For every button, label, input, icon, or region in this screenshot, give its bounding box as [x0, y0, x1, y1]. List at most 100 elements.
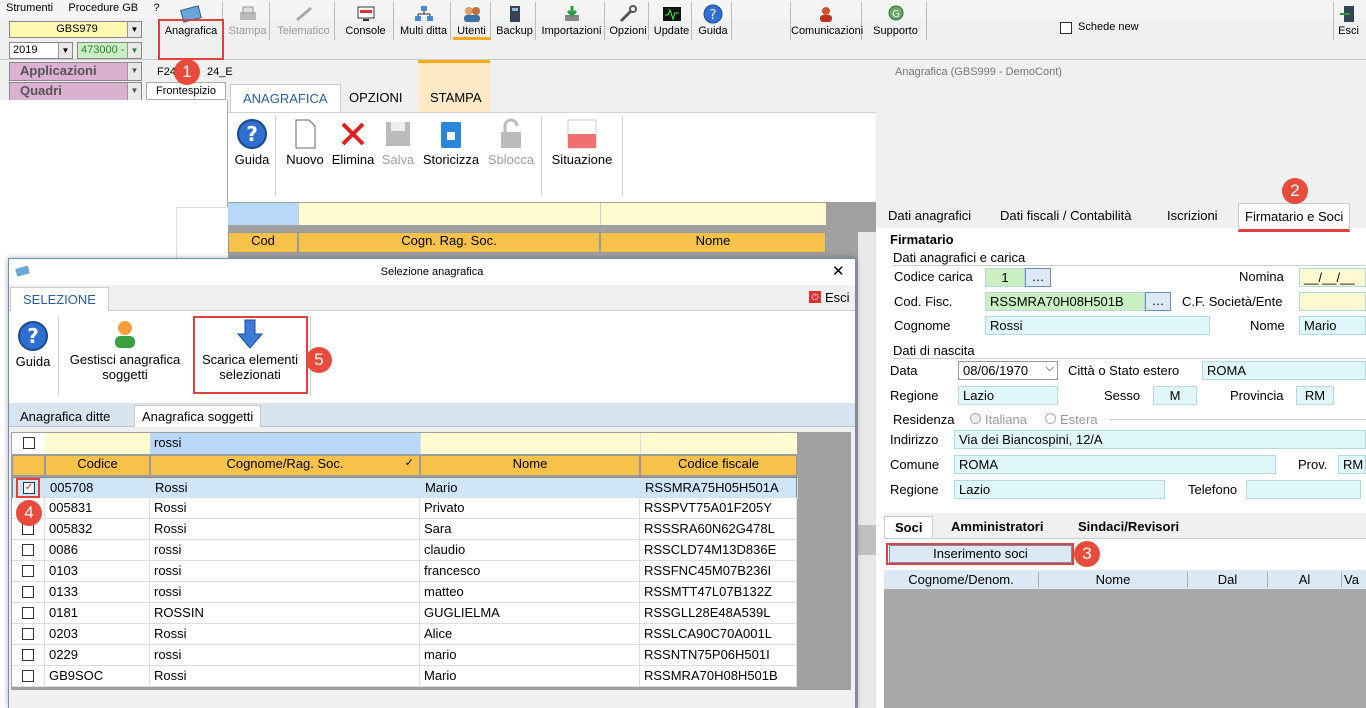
nuovo-button[interactable]: Nuovo	[284, 118, 326, 167]
row-checkbox[interactable]	[22, 649, 34, 661]
comune-field[interactable]: ROMA	[954, 455, 1276, 474]
select-all-checkbox[interactable]	[23, 437, 35, 449]
filter-cognome[interactable]	[298, 203, 600, 225]
backup-button[interactable]: Backup	[494, 2, 536, 40]
comunicazioni-button[interactable]: Comunicazioni	[790, 2, 863, 40]
tab-dati-anagrafici[interactable]: Dati anagrafici	[888, 208, 971, 223]
row-checkbox[interactable]	[22, 565, 34, 577]
table-row[interactable]: 005831 Rossi Privato RSSPVT75A01F205Y	[12, 498, 797, 519]
table-row[interactable]: GB9SOC Rossi Mario RSSMRA70H08H501B	[12, 666, 797, 687]
esci-button[interactable]: Esci	[1333, 2, 1363, 40]
radio-italiana[interactable]	[970, 413, 981, 424]
col-codice[interactable]: Codice	[45, 455, 150, 476]
filter-cognome-input[interactable]: rossi	[150, 433, 420, 454]
tab-opzioni[interactable]: OPZIONI	[337, 84, 414, 112]
tab-iscrizioni[interactable]: Iscrizioni	[1167, 208, 1218, 223]
dialog-guida-button[interactable]: ? Guida	[14, 320, 52, 369]
storicizza-button[interactable]: Storicizza	[420, 118, 482, 167]
opzioni-button[interactable]: Opzioni	[608, 2, 649, 40]
nome-field[interactable]: Mario	[1299, 316, 1366, 335]
col-cod[interactable]: Cod	[228, 232, 298, 253]
dialog-esci-button[interactable]: Esci	[825, 290, 850, 305]
filter-cod[interactable]	[228, 203, 298, 225]
cod-fisc-field[interactable]: RSSMRA70H08H501B	[985, 292, 1145, 311]
filter-nome-input[interactable]	[420, 433, 640, 454]
tab-stampa[interactable]: STAMPA	[418, 84, 494, 112]
year-select[interactable]: 2019 ▼	[9, 42, 73, 59]
supporto-button[interactable]: G Supporto	[865, 2, 927, 40]
table-row[interactable]: 0229 rossi mario RSSNTN75P06H501I	[12, 645, 797, 666]
salva-button[interactable]: Salva	[380, 118, 416, 167]
utenti-button[interactable]: Utenti	[453, 2, 491, 40]
col-cognome-rag[interactable]: Cognome/Rag. Soc. ✓	[150, 455, 420, 476]
table-row[interactable]: ✓ 005708 Rossi Mario RSSMRA75H05H501A	[12, 477, 798, 499]
sblocca-button[interactable]: Sblocca	[486, 118, 536, 167]
multi-ditta-button[interactable]: Multi ditta	[397, 2, 451, 40]
tab-anagrafica[interactable]: ANAGRAFICA	[230, 84, 341, 112]
table-row[interactable]: 0103 rossi francesco RSSFNC45M07B236I	[12, 561, 797, 582]
ribbon-guida-button[interactable]: ? Guida	[234, 118, 270, 167]
telematico-button[interactable]: Telematico	[273, 2, 335, 40]
col-soci-dal[interactable]: Dal	[1188, 572, 1268, 587]
row-checkbox[interactable]	[22, 670, 34, 682]
table-row[interactable]: 0181 ROSSIN GUGLIELMA RSSGLL28E48A539L	[12, 603, 797, 624]
guida-toolbar-button[interactable]: ? Guida	[695, 2, 732, 40]
tab-anagrafica-ditte[interactable]: Anagrafica ditte	[20, 409, 110, 424]
col-nome-dialog[interactable]: Nome	[420, 455, 640, 476]
col-soci-cognome[interactable]: Cognome/Denom.	[884, 572, 1039, 587]
schede-new-checkbox[interactable]	[1060, 22, 1072, 34]
row-checkbox[interactable]	[22, 544, 34, 556]
update-button[interactable]: Update	[652, 2, 692, 40]
sesso-field[interactable]: M	[1153, 386, 1197, 405]
applicazioni-select[interactable]: Applicazioni ▼	[9, 62, 142, 81]
filter-cf-input[interactable]	[640, 433, 797, 454]
table-row[interactable]: 005832 Rossi Sara RSSSRA60N62G478L	[12, 519, 797, 540]
row-checkbox[interactable]	[22, 586, 34, 598]
situazione-button[interactable]: Situazione	[548, 118, 616, 167]
provincia-field[interactable]: RM	[1296, 386, 1334, 405]
company-select[interactable]: GBS979 ▼	[9, 21, 142, 38]
table-row[interactable]: 0086 rossi claudio RSSCLD74M13D836E	[12, 540, 797, 561]
telefono-field[interactable]	[1246, 480, 1361, 499]
codice-carica-field[interactable]: 1	[985, 268, 1025, 287]
col-soci-va[interactable]: Va	[1344, 572, 1366, 587]
stampa-button[interactable]: Stampa	[226, 2, 270, 40]
indirizzo-field[interactable]: Via dei Biancospini, 12/A	[954, 430, 1366, 449]
data-nascita-field[interactable]: 08/06/1970 ⌵	[958, 361, 1058, 380]
console-button[interactable]: Console	[338, 2, 394, 40]
row-checkbox[interactable]	[22, 628, 34, 640]
f24-extra[interactable]: 24_E	[207, 66, 233, 78]
main-scrollbar-thumb[interactable]	[858, 525, 876, 555]
importazioni-button[interactable]: Importazioni	[539, 2, 605, 40]
tab-firmatario-soci[interactable]: Firmatario e Soci	[1238, 203, 1351, 232]
col-soci-nome[interactable]: Nome	[1039, 572, 1188, 587]
col-soci-al[interactable]: Al	[1268, 572, 1342, 587]
tab-soci[interactable]: Soci	[884, 516, 934, 538]
regione-field[interactable]: Lazio	[958, 386, 1058, 405]
codice-carica-lookup[interactable]: …	[1025, 268, 1051, 287]
menu-strumenti[interactable]: Strumenti	[0, 0, 59, 14]
elimina-button[interactable]: Elimina	[330, 118, 376, 167]
table-row[interactable]: 0203 Rossi Alice RSSLCA90C70A001L	[12, 624, 797, 645]
filter-codice[interactable]	[45, 433, 150, 454]
cf-societa-field[interactable]	[1299, 292, 1366, 311]
cognome-field[interactable]: Rossi	[985, 316, 1210, 335]
code-select[interactable]: 473000 - ▼	[77, 42, 142, 59]
tab-dati-fiscali[interactable]: Dati fiscali / Contabilità	[1000, 208, 1132, 223]
tab-sindaci[interactable]: Sindaci/Revisori	[1078, 519, 1179, 534]
cod-fisc-lookup[interactable]: …	[1145, 292, 1171, 311]
prov-field[interactable]: RM	[1338, 455, 1366, 474]
filter-nome[interactable]	[600, 203, 826, 225]
col-codice-fiscale[interactable]: Codice fiscale	[640, 455, 797, 476]
row-checkbox[interactable]	[22, 607, 34, 619]
regione2-field[interactable]: Lazio	[954, 480, 1165, 499]
dialog-close-icon[interactable]: ✕	[832, 262, 845, 280]
nomina-field[interactable]: __/__/__	[1299, 268, 1366, 287]
citta-field[interactable]: ROMA	[1202, 361, 1366, 380]
menu-procedure-gb[interactable]: Procedure GB	[62, 0, 144, 14]
radio-estera[interactable]	[1045, 413, 1056, 424]
tab-anagrafica-soggetti[interactable]: Anagrafica soggetti	[134, 405, 262, 427]
col-nome[interactable]: Nome	[600, 232, 826, 253]
quadri-select[interactable]: Quadri ▼	[9, 82, 142, 101]
col-cognome[interactable]: Cogn. Rag. Soc.	[298, 232, 600, 253]
